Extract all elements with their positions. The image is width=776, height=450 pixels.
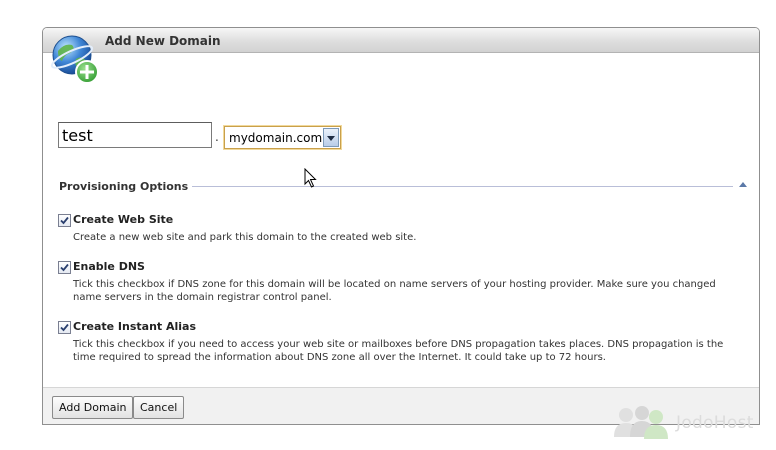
domain-separator: . xyxy=(215,130,219,144)
enable-dns-description: Tick this checkbox if DNS zone for this … xyxy=(73,279,716,303)
create-instant-alias-label: Create Instant Alias xyxy=(73,320,197,333)
add-domain-dialog: Add New Domain . mydomain.com Provisi xyxy=(42,27,760,425)
jodohost-logo-text: JodoHost xyxy=(676,413,754,433)
dialog-header: Add New Domain xyxy=(43,28,759,53)
jodohost-logo: JodoHost xyxy=(612,403,772,443)
provisioning-options-header: Provisioning Options xyxy=(59,179,747,195)
mouse-cursor-icon xyxy=(304,168,317,188)
dialog-title: Add New Domain xyxy=(105,34,221,48)
domain-name-input[interactable] xyxy=(58,122,212,148)
people-logo-icon xyxy=(614,406,668,439)
create-web-site-description: Create a new web site and park this doma… xyxy=(73,232,417,243)
create-instant-alias-description: Tick this checkbox if you need to access… xyxy=(73,339,724,363)
cancel-button[interactable]: Cancel xyxy=(133,396,185,419)
create-web-site-checkbox[interactable] xyxy=(58,214,71,227)
collapse-arrow-icon[interactable] xyxy=(739,182,747,187)
checkmark-icon xyxy=(60,263,69,272)
checkmark-icon xyxy=(60,216,69,225)
enable-dns-checkbox[interactable] xyxy=(58,261,71,274)
checkmark-icon xyxy=(60,323,69,332)
chevron-down-icon[interactable] xyxy=(323,128,339,147)
create-web-site-label: Create Web Site xyxy=(73,213,174,226)
enable-dns-label: Enable DNS xyxy=(73,260,145,273)
globe-add-icon xyxy=(50,35,99,84)
provisioning-options-title: Provisioning Options xyxy=(59,180,193,193)
create-instant-alias-checkbox[interactable] xyxy=(58,321,71,334)
add-domain-button[interactable]: Add Domain xyxy=(52,396,134,419)
parent-domain-select[interactable]: mydomain.com xyxy=(224,126,341,149)
parent-domain-value: mydomain.com xyxy=(229,131,323,145)
section-divider xyxy=(179,186,733,187)
